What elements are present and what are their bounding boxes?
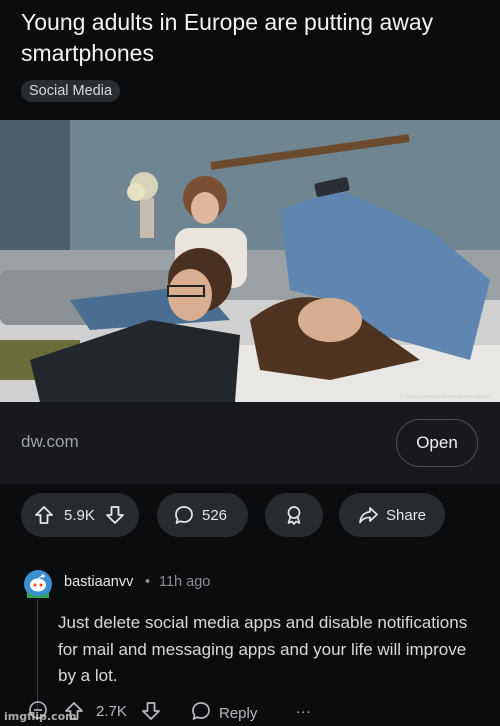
vote-pill: 5.9K [21, 493, 139, 537]
arrow-down-icon[interactable] [104, 504, 126, 526]
comment-downvote-icon[interactable] [140, 700, 162, 722]
comment-item: bastiaanvv • 11h ago Just delete social … [0, 552, 500, 726]
flair-badge[interactable]: Social Media [21, 80, 121, 102]
reply-label: Reply [219, 704, 258, 722]
avatar[interactable] [24, 570, 52, 598]
reply-bubble-icon [190, 700, 212, 726]
thread-line[interactable] [37, 599, 38, 709]
reply-button[interactable]: Reply [190, 700, 257, 726]
comments-count: 526 [202, 506, 228, 524]
award-ribbon-icon [283, 504, 305, 526]
comment-body: Just delete social media apps and disabl… [58, 613, 468, 685]
watermark-text: imgflip.com [4, 710, 77, 723]
comment-username[interactable]: bastiaanvv [64, 574, 133, 590]
share-button[interactable]: Share [339, 493, 445, 537]
meta-separator: • [145, 574, 151, 590]
award-button[interactable] [265, 493, 323, 537]
comments-button[interactable]: 526 [157, 493, 248, 537]
open-link-button[interactable]: Open [396, 419, 478, 467]
post-score: 5.9K [64, 506, 95, 524]
photo-credit: © Zacharie Scheurer/dpa-tmn/picture alli… [399, 393, 490, 399]
chat-bubble-icon [173, 504, 195, 526]
post-header: Young adults in Europe are putting away … [0, 0, 500, 112]
arrow-up-icon[interactable] [33, 504, 55, 526]
post-action-bar: 5.9K 526 Share [0, 484, 500, 544]
link-domain[interactable]: dw.com [21, 432, 79, 452]
post-title[interactable]: Young adults in Europe are putting away … [21, 7, 481, 69]
comment-timestamp: 11h ago [159, 574, 211, 590]
comment-score: 2.7K [96, 703, 127, 720]
more-options-button[interactable]: ... [296, 700, 312, 717]
post-photo[interactable]: © Zacharie Scheurer/dpa-tmn/picture alli… [0, 120, 500, 402]
post-media[interactable]: © Zacharie Scheurer/dpa-tmn/picture alli… [0, 112, 500, 402]
share-arrow-icon [357, 504, 379, 526]
share-label: Share [386, 506, 427, 524]
